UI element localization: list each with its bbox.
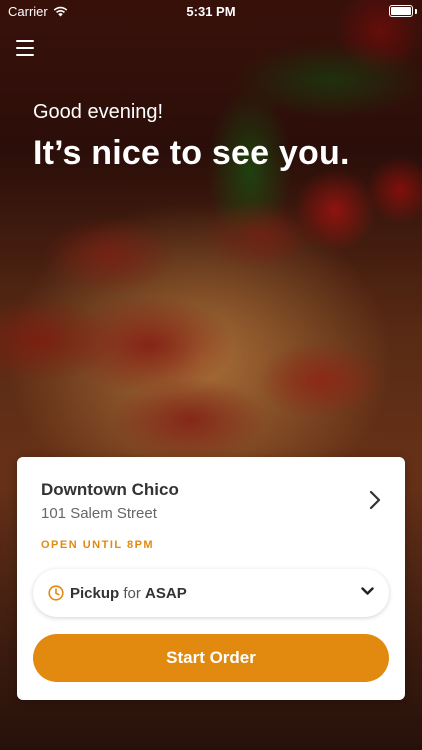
welcome-headline: It’s nice to see you.: [33, 134, 350, 172]
home-screen: Carrier 5:31 PM Good evening! It’s nice …: [0, 0, 422, 750]
location-address: 101 Salem Street: [41, 505, 157, 522]
status-bar: Carrier 5:31 PM: [0, 0, 422, 24]
menu-line: [16, 47, 34, 49]
menu-line: [16, 54, 34, 56]
menu-line: [16, 40, 34, 42]
battery-level: [391, 7, 411, 15]
clock-icon: [48, 585, 64, 601]
chevron-down-icon: [361, 587, 374, 595]
battery-icon: [389, 5, 413, 17]
location-selector[interactable]: Downtown Chico 101 Salem Street: [41, 480, 391, 524]
greeting-text: Good evening!: [33, 101, 164, 123]
order-mode-text: Pickup for ASAP: [70, 585, 187, 602]
chevron-right-icon: [369, 490, 381, 510]
open-hours-label: OPEN UNTIL 8PM: [41, 539, 155, 551]
battery-tip: [415, 9, 417, 14]
hamburger-menu-icon[interactable]: [16, 40, 34, 56]
start-order-button[interactable]: Start Order: [33, 634, 389, 682]
order-mode-time: ASAP: [145, 584, 187, 602]
location-name: Downtown Chico: [41, 480, 179, 499]
location-card: Downtown Chico 101 Salem Street OPEN UNT…: [17, 457, 405, 700]
order-mode-dropdown[interactable]: Pickup for ASAP: [33, 569, 389, 617]
status-time: 5:31 PM: [186, 4, 236, 19]
order-mode-type: Pickup: [70, 584, 120, 602]
order-mode-connector: for: [123, 584, 141, 602]
